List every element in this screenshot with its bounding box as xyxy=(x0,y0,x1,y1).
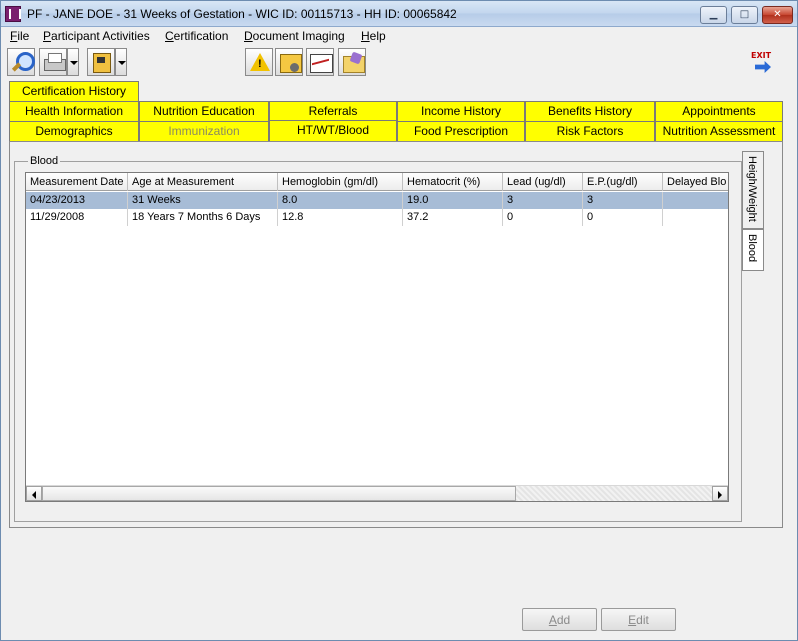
tab-risk-factors[interactable]: Risk Factors xyxy=(525,121,655,141)
tab-income-history[interactable]: Income History xyxy=(397,101,525,121)
cell-age: 18 Years 7 Months 6 Days xyxy=(128,209,278,226)
col-hemoglobin[interactable]: Hemoglobin (gm/dl) xyxy=(278,173,403,191)
tab-food-prescription[interactable]: Food Prescription xyxy=(397,121,525,141)
add-button[interactable]: Add xyxy=(522,608,597,631)
exit-arrow-icon xyxy=(755,61,771,73)
menu-help[interactable]: Help xyxy=(361,29,386,43)
tab-ht-wt-blood[interactable]: HT/WT/Blood xyxy=(269,120,397,142)
cell-hematocrit: 37.2 xyxy=(403,209,503,226)
horizontal-scrollbar[interactable] xyxy=(26,485,728,501)
cell-ep: 0 xyxy=(583,209,663,226)
scroll-thumb[interactable] xyxy=(42,486,516,501)
cell-hemoglobin: 8.0 xyxy=(278,192,403,209)
tab-nutrition-education[interactable]: Nutrition Education xyxy=(139,101,269,121)
blood-grid[interactable]: Measurement Date Age at Measurement Hemo… xyxy=(25,172,729,502)
menu-file[interactable]: File xyxy=(10,29,29,43)
col-hematocrit[interactable]: Hematocrit (%) xyxy=(403,173,503,191)
toolbar: EXIT xyxy=(1,46,797,80)
cell-lead: 3 xyxy=(503,192,583,209)
folder-icon[interactable] xyxy=(338,48,366,76)
cell-date: 04/23/2013 xyxy=(26,192,128,209)
cell-hematocrit: 19.0 xyxy=(403,192,503,209)
menu-participant-activities[interactable]: Participant Activities xyxy=(43,29,150,43)
col-measurement-date[interactable]: Measurement Date xyxy=(26,173,128,191)
tab-certification-history[interactable]: Certification History xyxy=(9,81,139,101)
tab-appointments[interactable]: Appointments xyxy=(655,101,783,121)
col-ep[interactable]: E.P.(ug/dl) xyxy=(583,173,663,191)
tab-demographics[interactable]: Demographics xyxy=(9,121,139,141)
minimize-button[interactable]: ▁ xyxy=(700,6,727,24)
side-tab-height-weight-label: Heigh/Weight xyxy=(746,156,758,222)
grid-header: Measurement Date Age at Measurement Hemo… xyxy=(26,173,728,191)
scroll-right-arrow-icon[interactable] xyxy=(712,486,728,501)
cell-hemoglobin: 12.8 xyxy=(278,209,403,226)
side-tab-blood-label: Blood xyxy=(746,234,758,263)
tab-immunization: Immunization xyxy=(139,121,269,141)
cell-delayed xyxy=(663,209,728,226)
cell-age: 31 Weeks xyxy=(128,192,278,209)
scale-dropdown-arrow[interactable] xyxy=(115,48,127,76)
maximize-button[interactable]: □ xyxy=(731,6,758,24)
cell-lead: 0 xyxy=(503,209,583,226)
blood-group-label: Blood xyxy=(28,155,61,167)
scale-icon[interactable] xyxy=(87,48,115,76)
exit-icon[interactable]: EXIT xyxy=(747,49,777,77)
cell-date: 11/29/2008 xyxy=(26,209,128,226)
col-delayed-blood[interactable]: Delayed Blo xyxy=(663,173,728,191)
printer-icon[interactable] xyxy=(39,48,67,76)
menu-document-imaging[interactable]: Document Imaging xyxy=(244,29,345,43)
menu-bar: File Participant Activities Certificatio… xyxy=(1,27,797,46)
table-row[interactable]: 04/23/2013 31 Weeks 8.0 19.0 3 3 xyxy=(26,192,728,209)
tab-benefits-history[interactable]: Benefits History xyxy=(525,101,655,121)
menu-certification[interactable]: Certification xyxy=(165,29,228,43)
col-lead[interactable]: Lead (ug/dl) xyxy=(503,173,583,191)
exit-label: EXIT xyxy=(751,51,772,60)
side-tab-height-weight[interactable]: Heigh/Weight xyxy=(742,151,764,229)
cell-delayed xyxy=(663,192,728,209)
col-age-at-measurement[interactable]: Age at Measurement xyxy=(128,173,278,191)
close-button[interactable]: ✕ xyxy=(762,6,793,24)
title-bar: PF - JANE DOE - 31 Weeks of Gestation - … xyxy=(1,1,797,27)
tab-health-information[interactable]: Health Information xyxy=(9,101,139,121)
note-icon[interactable] xyxy=(275,48,303,76)
warning-icon[interactable] xyxy=(245,48,273,76)
side-tab-blood[interactable]: Blood xyxy=(742,229,764,271)
cell-ep: 3 xyxy=(583,192,663,209)
graph-icon[interactable] xyxy=(306,48,334,76)
scroll-left-arrow-icon[interactable] xyxy=(26,486,42,501)
window-title: PF - JANE DOE - 31 Weeks of Gestation - … xyxy=(27,7,457,21)
edit-button[interactable]: Edit xyxy=(601,608,676,631)
printer-dropdown-arrow[interactable] xyxy=(67,48,79,76)
table-row[interactable]: 11/29/2008 18 Years 7 Months 6 Days 12.8… xyxy=(26,209,728,226)
tab-referrals[interactable]: Referrals xyxy=(269,101,397,121)
main-window: PF - JANE DOE - 31 Weeks of Gestation - … xyxy=(0,0,798,641)
tab-nutrition-assessment[interactable]: Nutrition Assessment xyxy=(655,121,783,141)
app-icon xyxy=(5,6,21,22)
magnify-icon[interactable] xyxy=(7,48,35,76)
